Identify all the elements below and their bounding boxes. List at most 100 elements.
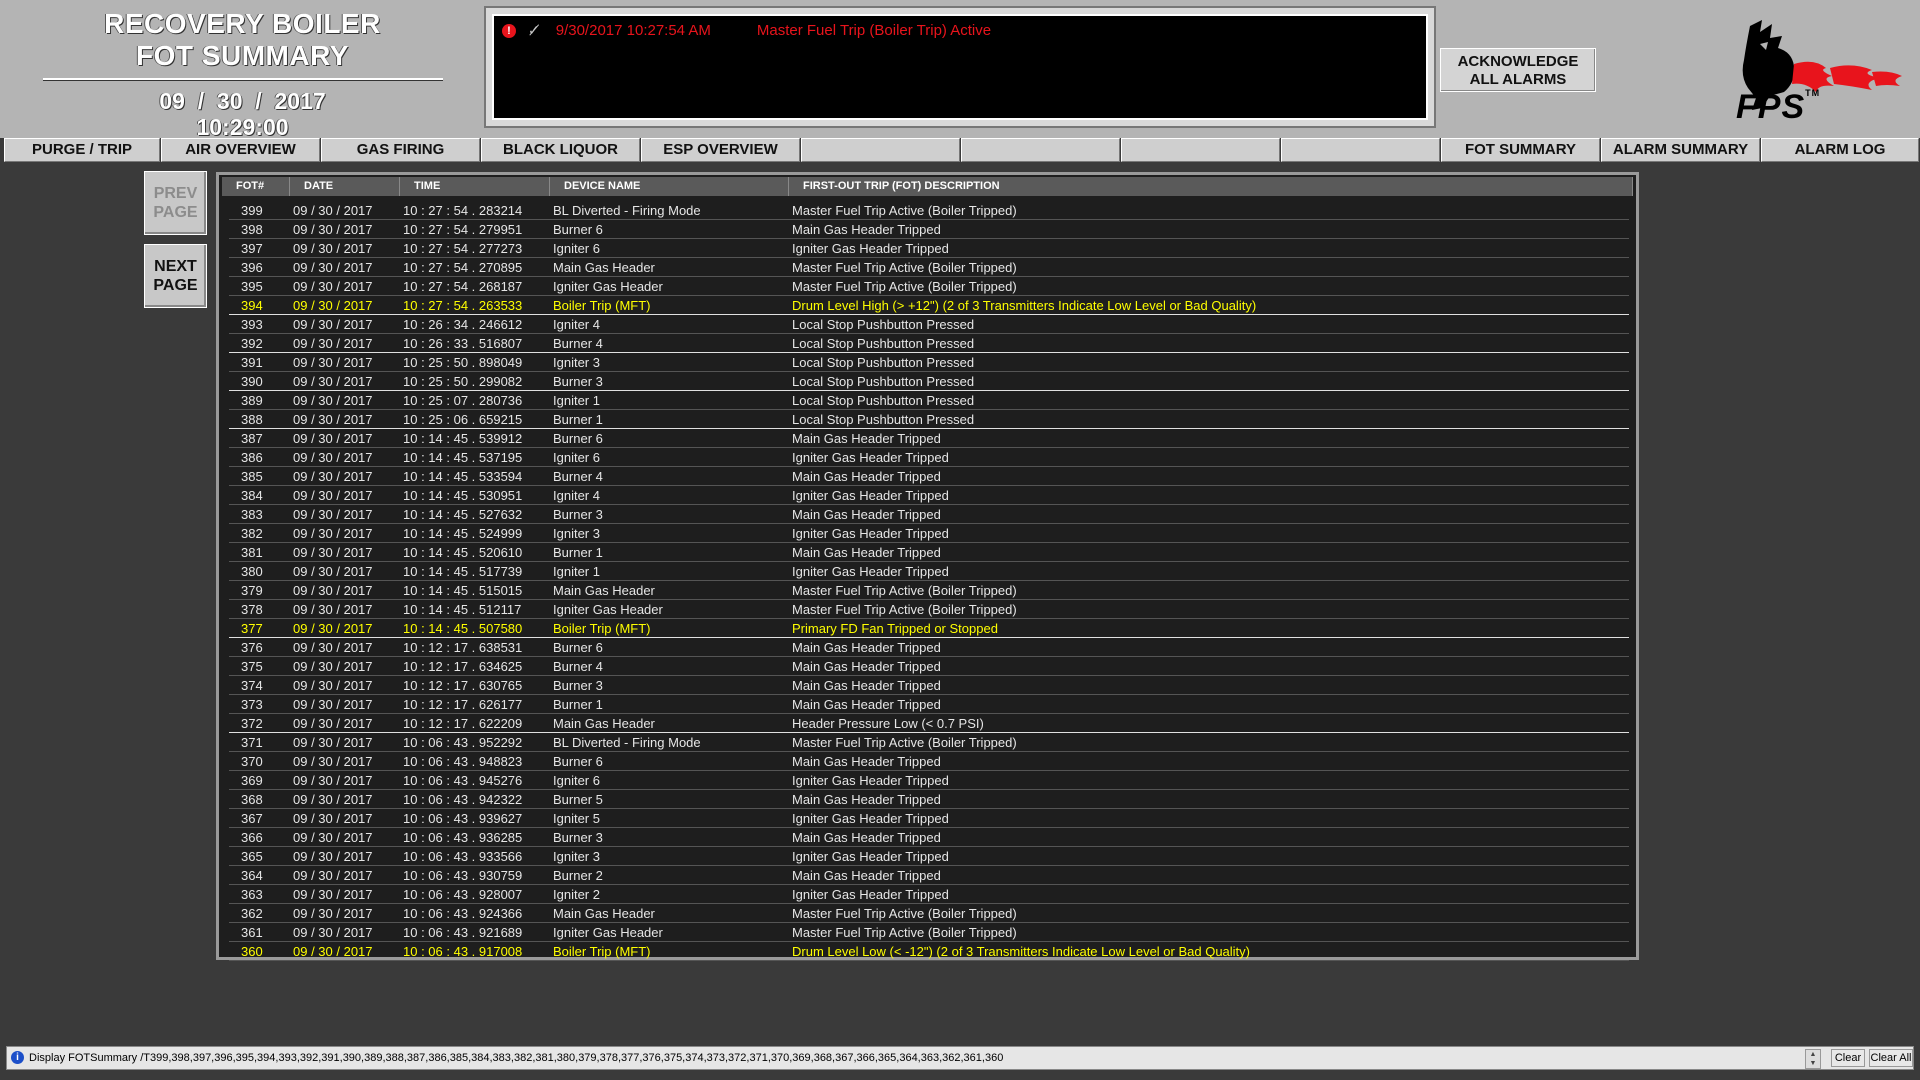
table-row[interactable]: 362 09 / 30 / 2017 10 : 06 : 43 . 924366 Ma… <box>229 904 1629 923</box>
nav-black-liquor[interactable]: BLACK LIQUOR <box>481 138 640 162</box>
column-header-date[interactable]: DATE <box>290 177 400 196</box>
cell-device: Burner 3 <box>553 507 603 522</box>
column-header-fot[interactable]: FOT# <box>222 177 290 196</box>
cell-description: Main Gas Header Tripped <box>792 507 941 522</box>
cell-device: Igniter Gas Header <box>553 279 663 294</box>
cell-fot: 395 <box>241 279 263 294</box>
nav-empty-1[interactable] <box>801 138 960 162</box>
cell-time: 10 : 26 : 33 . 516807 <box>403 336 523 351</box>
ack-label-line-1: ACKNOWLEDGE <box>1457 53 1579 70</box>
alarm-banner[interactable]: ! ✓̸ 9/30/2017 10:27:54 AM Master Fuel T… <box>492 14 1428 120</box>
table-row[interactable]: 365 09 / 30 / 2017 10 : 06 : 43 . 933566 Ig… <box>229 847 1629 866</box>
table-body: 399 09 / 30 / 2017 10 : 27 : 54 . 283214 BL… <box>229 201 1629 961</box>
table-row[interactable]: 383 09 / 30 / 2017 10 : 14 : 45 . 527632 Bu… <box>229 505 1629 524</box>
cell-fot: 388 <box>241 412 263 427</box>
table-row[interactable]: 395 09 / 30 / 2017 10 : 27 : 54 . 268187 Ig… <box>229 277 1629 296</box>
nav-air-overview[interactable]: AIR OVERVIEW <box>161 138 320 162</box>
table-row[interactable]: 393 09 / 30 / 2017 10 : 26 : 34 . 246612 Ig… <box>229 315 1629 334</box>
nav-empty-3[interactable] <box>1121 138 1280 162</box>
cell-description: Igniter Gas Header Tripped <box>792 849 949 864</box>
scroll-spinner-icon[interactable]: ▲ ▼ <box>1805 1049 1821 1069</box>
cell-date: 09 / 30 / 2017 <box>293 412 373 427</box>
table-row[interactable]: 394 09 / 30 / 2017 10 : 27 : 54 . 263533 Bo… <box>229 296 1629 315</box>
nav-empty-4[interactable] <box>1281 138 1440 162</box>
header-time: 10:29:00 <box>196 114 289 140</box>
column-header-time[interactable]: TIME <box>400 177 550 196</box>
cell-description: Igniter Gas Header Tripped <box>792 488 949 503</box>
column-header-description[interactable]: FIRST-OUT TRIP (FOT) DESCRIPTION <box>789 177 1633 196</box>
cell-fot: 392 <box>241 336 263 351</box>
table-row[interactable]: 390 09 / 30 / 2017 10 : 25 : 50 . 299082 Bu… <box>229 372 1629 391</box>
table-row[interactable]: 371 09 / 30 / 2017 10 : 06 : 43 . 952292 BL… <box>229 733 1629 752</box>
cell-device: Igniter 1 <box>553 393 600 408</box>
table-row[interactable]: 360 09 / 30 / 2017 10 : 06 : 43 . 917008 Bo… <box>229 942 1629 961</box>
cell-date: 09 / 30 / 2017 <box>293 716 373 731</box>
table-row[interactable]: 361 09 / 30 / 2017 10 : 06 : 43 . 921689 Ig… <box>229 923 1629 942</box>
nav-alarm-log[interactable]: ALARM LOG <box>1761 138 1919 162</box>
cell-time: 10 : 06 : 43 . 936285 <box>403 830 523 845</box>
cell-date: 09 / 30 / 2017 <box>293 469 373 484</box>
cell-date: 09 / 30 / 2017 <box>293 222 373 237</box>
table-row[interactable]: 374 09 / 30 / 2017 10 : 12 : 17 . 630765 Bu… <box>229 676 1629 695</box>
nav-gas-firing[interactable]: GAS FIRING <box>321 138 480 162</box>
column-header-device[interactable]: DEVICE NAME <box>550 177 789 196</box>
table-row[interactable]: 379 09 / 30 / 2017 10 : 14 : 45 . 515015 Ma… <box>229 581 1629 600</box>
cell-fot: 374 <box>241 678 263 693</box>
cell-fot: 375 <box>241 659 263 674</box>
nav-empty-2[interactable] <box>961 138 1120 162</box>
cell-fot: 384 <box>241 488 263 503</box>
table-row[interactable]: 367 09 / 30 / 2017 10 : 06 : 43 . 939627 Ig… <box>229 809 1629 828</box>
cell-description: Master Fuel Trip Active (Boiler Tripped) <box>792 279 1017 294</box>
table-row[interactable]: 372 09 / 30 / 2017 10 : 12 : 17 . 622209 Ma… <box>229 714 1629 733</box>
table-row[interactable]: 370 09 / 30 / 2017 10 : 06 : 43 . 948823 Bu… <box>229 752 1629 771</box>
clear-button[interactable]: Clear <box>1831 1049 1865 1067</box>
alarm-row[interactable]: ! ✓̸ 9/30/2017 10:27:54 AM Master Fuel T… <box>502 22 991 39</box>
cell-device: Igniter Gas Header <box>553 602 663 617</box>
table-row[interactable]: 364 09 / 30 / 2017 10 : 06 : 43 . 930759 Bu… <box>229 866 1629 885</box>
table-row[interactable]: 373 09 / 30 / 2017 10 : 12 : 17 . 626177 Bu… <box>229 695 1629 714</box>
table-row[interactable]: 386 09 / 30 / 2017 10 : 14 : 45 . 537195 Ig… <box>229 448 1629 467</box>
table-row[interactable]: 380 09 / 30 / 2017 10 : 14 : 45 . 517739 Ig… <box>229 562 1629 581</box>
clear-all-button[interactable]: Clear All <box>1869 1049 1913 1067</box>
table-row[interactable]: 376 09 / 30 / 2017 10 : 12 : 17 . 638531 Bu… <box>229 638 1629 657</box>
nav-alarm-summary[interactable]: ALARM SUMMARY <box>1601 138 1760 162</box>
table-row[interactable]: 392 09 / 30 / 2017 10 : 26 : 33 . 516807 Bu… <box>229 334 1629 353</box>
cell-device: Main Gas Header <box>553 260 655 275</box>
cell-description: Master Fuel Trip Active (Boiler Tripped) <box>792 735 1017 750</box>
table-row[interactable]: 387 09 / 30 / 2017 10 : 14 : 45 . 539912 Bu… <box>229 429 1629 448</box>
table-row[interactable]: 385 09 / 30 / 2017 10 : 14 : 45 . 533594 Bu… <box>229 467 1629 486</box>
prev-page-button[interactable]: PREV PAGE <box>144 171 207 235</box>
table-row[interactable]: 378 09 / 30 / 2017 10 : 14 : 45 . 512117 Ig… <box>229 600 1629 619</box>
table-row[interactable]: 388 09 / 30 / 2017 10 : 25 : 06 . 659215 Bu… <box>229 410 1629 429</box>
table-row[interactable]: 397 09 / 30 / 2017 10 : 27 : 54 . 277273 Ig… <box>229 239 1629 258</box>
table-row[interactable]: 398 09 / 30 / 2017 10 : 27 : 54 . 279951 Bu… <box>229 220 1629 239</box>
nav-purge-trip[interactable]: PURGE / TRIP <box>4 138 160 162</box>
next-label-line-1: NEXT <box>154 258 197 275</box>
table-row[interactable]: 396 09 / 30 / 2017 10 : 27 : 54 . 270895 Ma… <box>229 258 1629 277</box>
cell-description: Igniter Gas Header Tripped <box>792 773 949 788</box>
table-row[interactable]: 384 09 / 30 / 2017 10 : 14 : 45 . 530951 Ig… <box>229 486 1629 505</box>
table-row[interactable]: 369 09 / 30 / 2017 10 : 06 : 43 . 945276 Ig… <box>229 771 1629 790</box>
table-row[interactable]: 366 09 / 30 / 2017 10 : 06 : 43 . 936285 Bu… <box>229 828 1629 847</box>
table-row[interactable]: 382 09 / 30 / 2017 10 : 14 : 45 . 524999 Ig… <box>229 524 1629 543</box>
cell-date: 09 / 30 / 2017 <box>293 659 373 674</box>
table-row[interactable]: 391 09 / 30 / 2017 10 : 25 : 50 . 898049 Ig… <box>229 353 1629 372</box>
next-page-button[interactable]: NEXT PAGE <box>144 244 207 308</box>
cell-date: 09 / 30 / 2017 <box>293 393 373 408</box>
table-row[interactable]: 368 09 / 30 / 2017 10 : 06 : 43 . 942322 Bu… <box>229 790 1629 809</box>
table-row[interactable]: 377 09 / 30 / 2017 10 : 14 : 45 . 507580 Bo… <box>229 619 1629 638</box>
nav-fot-summary[interactable]: FOT SUMMARY <box>1441 138 1600 162</box>
table-row[interactable]: 389 09 / 30 / 2017 10 : 25 : 07 . 280736 Ig… <box>229 391 1629 410</box>
cell-time: 10 : 06 : 43 . 948823 <box>403 754 523 769</box>
cell-device: Igniter 3 <box>553 355 600 370</box>
nav-esp-overview[interactable]: ESP OVERVIEW <box>641 138 800 162</box>
cell-fot: 370 <box>241 754 263 769</box>
cell-description: Main Gas Header Tripped <box>792 431 941 446</box>
acknowledge-all-alarms-button[interactable]: ACKNOWLEDGE ALL ALARMS <box>1440 48 1596 92</box>
cell-description: Main Gas Header Tripped <box>792 640 941 655</box>
table-row[interactable]: 375 09 / 30 / 2017 10 : 12 : 17 . 634625 Bu… <box>229 657 1629 676</box>
table-row[interactable]: 399 09 / 30 / 2017 10 : 27 : 54 . 283214 BL… <box>229 201 1629 220</box>
table-row[interactable]: 363 09 / 30 / 2017 10 : 06 : 43 . 928007 Ig… <box>229 885 1629 904</box>
table-row[interactable]: 381 09 / 30 / 2017 10 : 14 : 45 . 520610 Bu… <box>229 543 1629 562</box>
alarm-timestamp: 9/30/2017 10:27:54 AM <box>555 22 711 39</box>
